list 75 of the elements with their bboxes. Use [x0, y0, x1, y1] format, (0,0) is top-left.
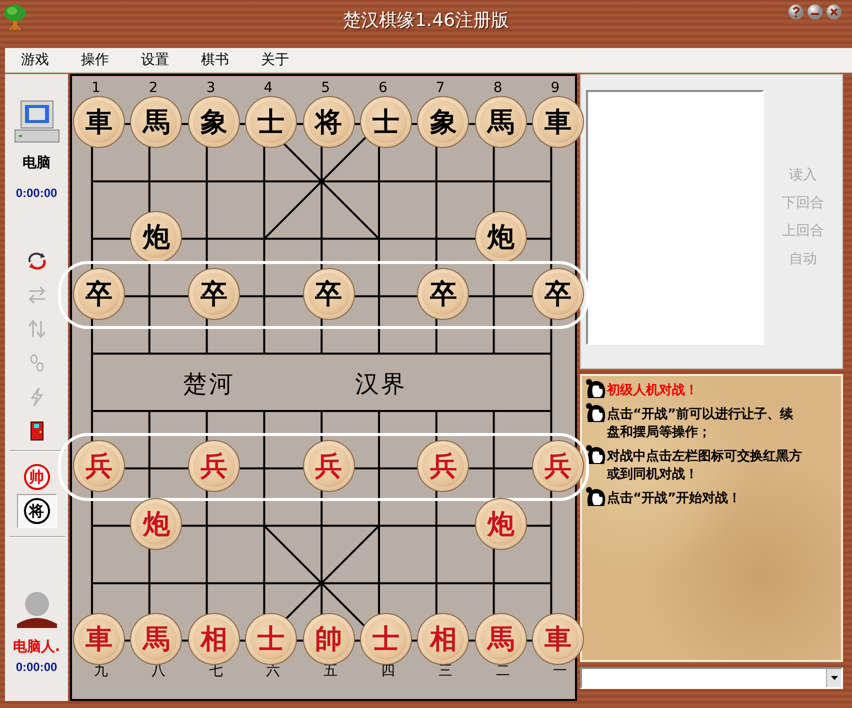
chess-piece[interactable]: 兵: [532, 440, 584, 492]
chess-piece[interactable]: 兵: [73, 440, 125, 492]
help-icon[interactable]: [788, 4, 804, 20]
chess-piece[interactable]: 相: [188, 612, 240, 665]
chess-piece[interactable]: 象: [188, 96, 240, 148]
chess-piece[interactable]: 卒: [302, 268, 355, 320]
minimize-icon[interactable]: [807, 4, 823, 20]
file-number: 五: [322, 662, 339, 680]
chess-piece[interactable]: 卒: [188, 268, 240, 320]
file-number: 七: [208, 662, 224, 680]
side-button[interactable]: 帅: [16, 460, 56, 494]
file-number: 8: [492, 80, 504, 96]
menu-item[interactable]: 设置: [125, 51, 185, 69]
file-number: 九: [93, 662, 109, 680]
player-name: 电脑人.: [12, 638, 60, 656]
file-number: 5: [320, 80, 332, 96]
menu-item[interactable]: 游戏: [5, 51, 65, 69]
menu-item[interactable]: 关于: [245, 51, 305, 69]
file-number: 3: [205, 80, 216, 96]
file-number: 9: [550, 80, 561, 96]
chess-piece[interactable]: 象: [417, 96, 470, 148]
dropdown-caret-icon[interactable]: [830, 675, 838, 681]
side-button[interactable]: 将: [16, 494, 56, 528]
menu-item[interactable]: 棋书: [185, 51, 245, 69]
file-number: 一: [552, 662, 568, 680]
chess-piece[interactable]: 兵: [302, 440, 355, 492]
chess-piece[interactable]: 車: [532, 96, 584, 148]
chess-piece[interactable]: 炮: [130, 210, 182, 263]
chess-piece[interactable]: 兵: [417, 440, 470, 492]
file-number: 7: [434, 80, 446, 96]
chess-piece[interactable]: 士: [360, 612, 412, 665]
message-text: 点击“开战”开始对战！: [607, 490, 742, 508]
chess-piece[interactable]: 士: [245, 96, 298, 148]
chess-piece[interactable]: 炮: [474, 210, 527, 263]
chess-piece[interactable]: 馬: [474, 96, 527, 148]
chess-piece[interactable]: 馬: [130, 96, 182, 148]
chess-piece[interactable]: 相: [417, 612, 470, 665]
tree-logo-icon: [3, 2, 27, 32]
player-timer: 0:00:00: [16, 660, 58, 674]
chess-piece[interactable]: 士: [245, 612, 298, 665]
chess-piece[interactable]: 車: [73, 612, 125, 665]
message-text: 初级人机对战！: [607, 382, 699, 400]
chess-piece[interactable]: 卒: [417, 268, 470, 320]
file-number: 6: [378, 80, 388, 96]
file-number: 2: [148, 80, 159, 96]
file-number: 1: [90, 80, 102, 96]
file-number: 六: [265, 662, 282, 680]
chess-piece[interactable]: 馬: [474, 612, 527, 665]
player-timer: 0:00:00: [16, 186, 58, 200]
file-number: 八: [150, 662, 166, 680]
chess-piece[interactable]: 炮: [130, 498, 182, 550]
river-text: 楚河: [182, 369, 235, 400]
chess-piece[interactable]: 馬: [130, 612, 182, 665]
chess-piece[interactable]: 炮: [474, 498, 527, 550]
chess-piece[interactable]: 卒: [532, 268, 584, 320]
chess-piece[interactable]: 車: [532, 612, 584, 665]
file-number: 四: [380, 662, 396, 680]
chess-piece[interactable]: 帥: [302, 612, 355, 665]
river-text: 汉界: [355, 369, 407, 400]
player-name: 电脑: [22, 154, 50, 172]
chess-piece[interactable]: 士: [360, 96, 412, 148]
message-text: 对战中点击左栏图标可交换红黑方或到同机对战！: [607, 448, 803, 484]
window-title: 楚汉棋缘1.46注册版: [342, 9, 510, 32]
file-number: 4: [262, 80, 274, 96]
file-number: 三: [437, 662, 454, 680]
file-number: 二: [494, 662, 511, 680]
computer-icon: [12, 100, 60, 144]
chess-piece[interactable]: 卒: [73, 268, 125, 320]
chess-piece[interactable]: 車: [73, 96, 125, 148]
chess-piece[interactable]: 将: [302, 96, 355, 148]
close-icon[interactable]: [826, 4, 842, 20]
message-text: 点击“开战”前可以进行让子、续盘和摆局等操作；: [607, 406, 794, 442]
chess-piece[interactable]: 兵: [188, 440, 240, 492]
menu-item[interactable]: 操作: [65, 51, 125, 69]
swap-arrows-icon[interactable]: [26, 250, 48, 272]
